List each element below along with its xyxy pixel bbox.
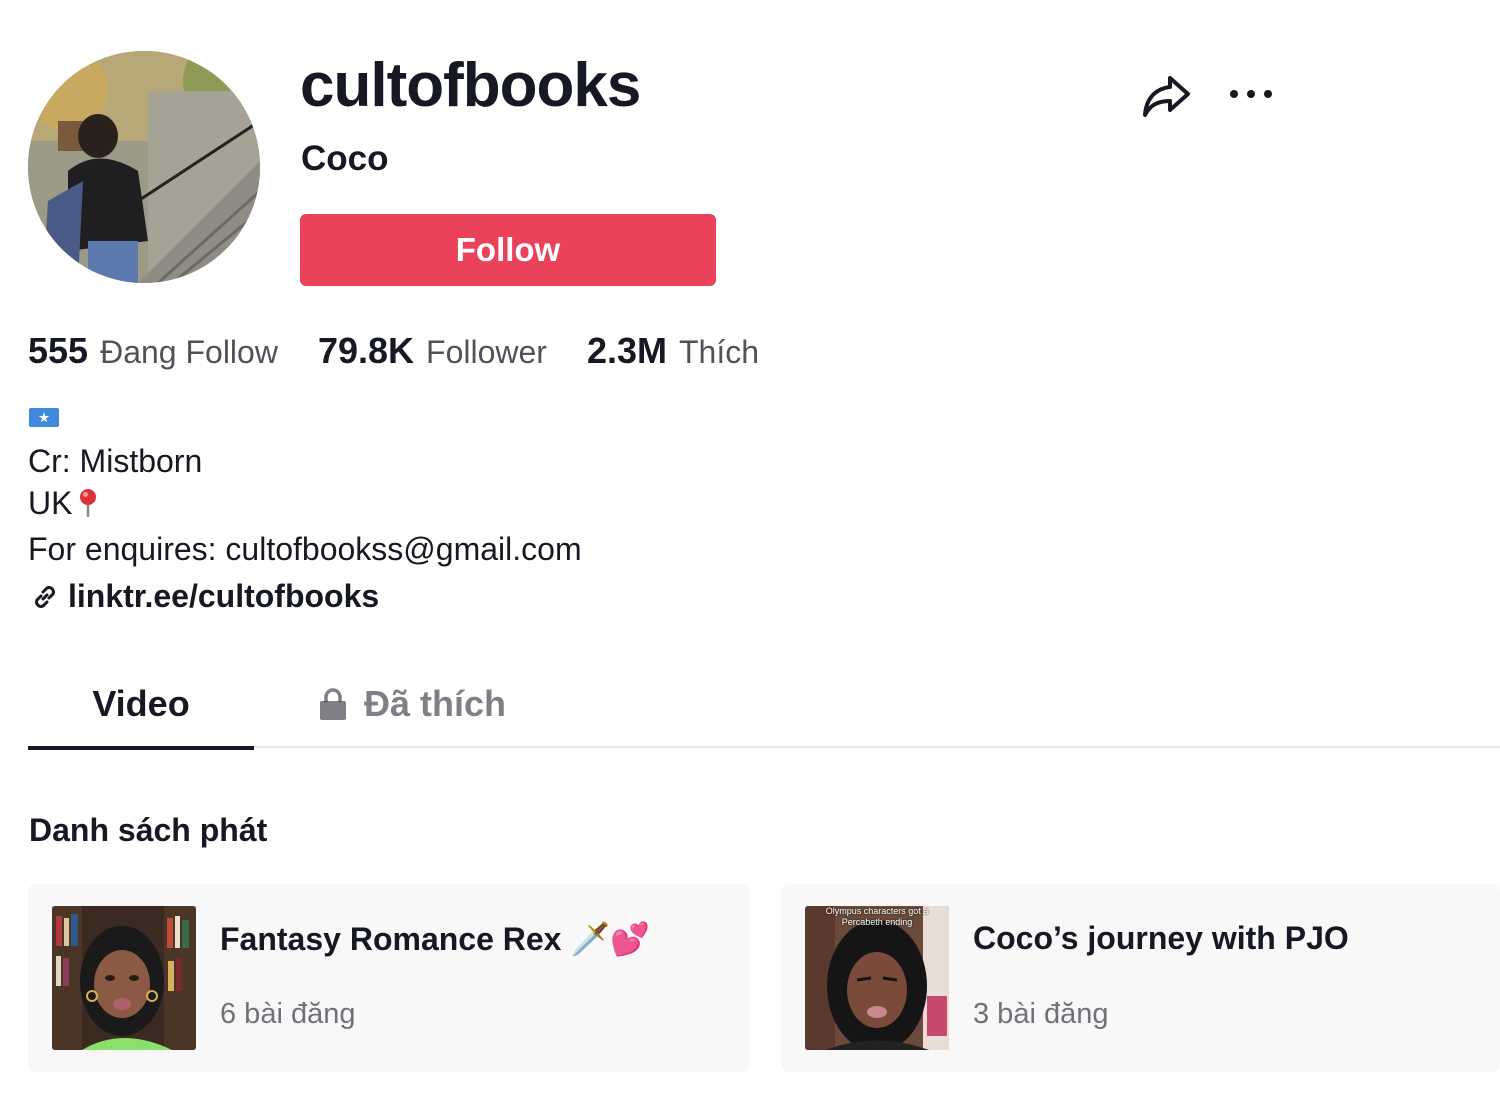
username: cultofbooks xyxy=(300,51,641,120)
link-icon xyxy=(35,585,55,608)
stats-row: 555 Đang Follow 79.8K Follower 2.3M Thíc… xyxy=(28,330,799,372)
bio-line-credit: Cr: Mistborn xyxy=(28,443,203,479)
bio-link-text: linktr.ee/cultofbooks xyxy=(68,578,380,614)
playlist-thumbnail xyxy=(52,906,196,1050)
following-label: Đang Follow xyxy=(100,334,278,370)
playlist-thumbnail-caption: Olympus characters got a Percabeth endin… xyxy=(825,906,929,927)
playlist-title: Coco’s journey with PJO xyxy=(973,920,1349,956)
share-icon[interactable] xyxy=(1140,72,1192,120)
avatar-photo xyxy=(28,51,260,283)
playlist-post-count: 3 bài đăng xyxy=(973,998,1109,1030)
followers-label: Follower xyxy=(426,334,547,370)
playlist-post-count: 6 bài đăng xyxy=(220,998,356,1030)
somalia-flag-icon xyxy=(29,408,59,427)
more-icon[interactable] xyxy=(1226,82,1276,106)
tab-liked-label: Đã thích xyxy=(364,683,507,724)
stat-likes: 2.3M Thích xyxy=(587,330,759,372)
profile-tabs: Video Đã thích xyxy=(28,660,1500,750)
likes-label: Thích xyxy=(678,334,760,370)
playlists-heading: Danh sách phát xyxy=(29,812,268,848)
profile-page: cultofbooks Coco Follow 555 Đang Follow … xyxy=(0,0,1500,1120)
nickname: Coco xyxy=(301,139,389,178)
following-count: 555 xyxy=(28,330,89,371)
bio-location-text: UK xyxy=(28,485,73,521)
follow-button[interactable]: Follow xyxy=(300,214,716,286)
playlist-thumbnail: Olympus characters got a Percabeth endin… xyxy=(805,906,949,1050)
bio-link[interactable]: linktr.ee/cultofbooks xyxy=(30,578,379,615)
playlist-card[interactable]: Olympus characters got a Percabeth endin… xyxy=(781,884,1500,1072)
followers-count: 79.8K xyxy=(317,330,415,371)
likes-count: 2.3M xyxy=(586,330,667,371)
tab-liked[interactable]: Đã thích xyxy=(318,660,518,748)
playlist-card[interactable]: Fantasy Romance Rex 🗡️💕 6 bài đăng xyxy=(28,884,749,1072)
bio-line-location: UK xyxy=(28,482,582,528)
avatar[interactable] xyxy=(28,51,260,283)
tab-video-label: Video xyxy=(92,683,190,724)
lock-icon xyxy=(320,688,346,720)
tab-video[interactable]: Video xyxy=(28,660,254,750)
stat-following[interactable]: 555 Đang Follow xyxy=(28,330,278,372)
round-pushpin-icon xyxy=(78,486,98,528)
bio: Cr: Mistborn UK For enquires: cultofbook… xyxy=(28,440,582,570)
bio-line-enquiries: For enquires: cultofbookss@gmail.com xyxy=(28,531,582,567)
playlist-title: Fantasy Romance Rex 🗡️💕 xyxy=(220,921,651,957)
stat-followers[interactable]: 79.8K Follower xyxy=(318,330,547,372)
